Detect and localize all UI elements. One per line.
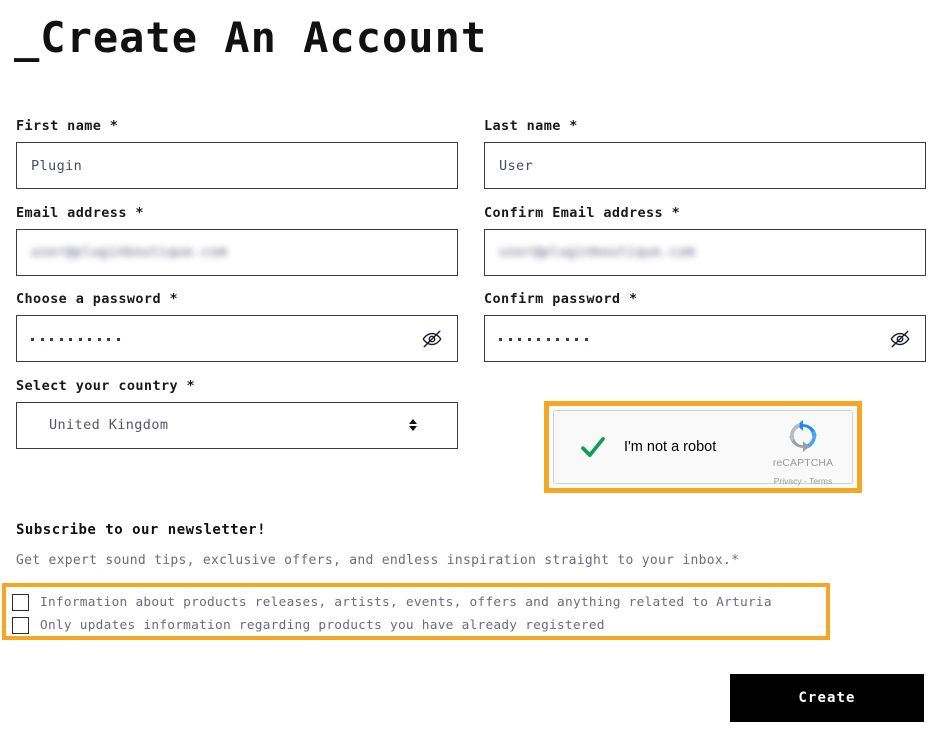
password-label: Choose a password *	[16, 291, 179, 307]
confirm-password-input[interactable]	[484, 315, 926, 362]
password-input[interactable]	[16, 315, 458, 362]
checkbox-all-info[interactable]	[12, 594, 29, 611]
form-row-passwords: Choose a password * Confirm password *	[0, 291, 942, 362]
form-row-names: First name * Plugin Last name * User	[0, 118, 942, 189]
recaptcha-privacy-terms[interactable]: Privacy - Terms	[774, 476, 832, 486]
checkbox-registered-only[interactable]	[12, 617, 29, 634]
recaptcha-widget[interactable]: I'm not a robot reCAPTCHA Privacy - Term…	[553, 410, 853, 486]
newsletter-title: Subscribe to our newsletter!	[16, 522, 267, 538]
newsletter-option-row[interactable]: Information about products releases, art…	[12, 591, 820, 614]
email-value: user@pluginboutique.com	[31, 244, 228, 260]
confirm-password-label: Confirm password *	[484, 291, 638, 307]
last-name-value: User	[499, 157, 534, 174]
country-select[interactable]: United Kingdom	[16, 401, 458, 449]
confirm-email-input[interactable]: user@pluginboutique.com	[484, 228, 926, 276]
create-account-page: _Create An Account First name * Plugin L…	[0, 0, 942, 738]
field-confirm-email: Confirm Email address * user@pluginbouti…	[484, 205, 926, 276]
password-masked-value	[31, 316, 120, 361]
email-label: Email address *	[16, 204, 144, 221]
green-checkmark-icon[interactable]	[576, 430, 610, 464]
up-down-chevron-icon[interactable]	[409, 419, 417, 431]
eye-slash-icon[interactable]	[887, 326, 913, 352]
newsletter-section: Subscribe to our newsletter! Get expert …	[16, 520, 916, 570]
first-name-label: First name *	[16, 118, 119, 134]
country-value: United Kingdom	[49, 417, 169, 433]
last-name-label: Last name *	[484, 118, 578, 134]
checkbox-registered-only-label: Only updates information regarding produ…	[40, 617, 605, 633]
recaptcha-label: I'm not a robot	[624, 439, 717, 455]
field-last-name: Last name * User	[484, 118, 926, 189]
field-email: Email address * user@pluginboutique.com	[16, 205, 458, 276]
checkbox-all-info-label: Information about products releases, art…	[40, 594, 772, 610]
form-row-emails: Email address * user@pluginboutique.com …	[0, 205, 942, 276]
newsletter-optin-highlight: Information about products releases, art…	[2, 583, 830, 640]
newsletter-option-row[interactable]: Only updates information regarding produ…	[12, 614, 820, 637]
confirm-password-masked-value	[499, 316, 588, 361]
confirm-email-label: Confirm Email address *	[484, 204, 681, 221]
first-name-input[interactable]: Plugin	[16, 142, 458, 189]
recaptcha-highlight: I'm not a robot reCAPTCHA Privacy - Term…	[544, 401, 862, 493]
create-button[interactable]: Create	[730, 674, 924, 722]
recaptcha-brand-name: reCAPTCHA	[772, 457, 834, 469]
page-title: _Create An Account	[14, 13, 488, 62]
country-label: Select your country *	[16, 377, 196, 394]
recaptcha-logo-icon	[764, 419, 842, 453]
email-input[interactable]: user@pluginboutique.com	[16, 228, 458, 276]
field-country: Select your country * United Kingdom	[16, 378, 458, 449]
field-password: Choose a password *	[16, 291, 458, 362]
recaptcha-branding: reCAPTCHA Privacy - Terms	[764, 419, 842, 489]
field-first-name: First name * Plugin	[16, 118, 458, 189]
first-name-value: Plugin	[31, 157, 83, 174]
newsletter-subtitle: Get expert sound tips, exclusive offers,…	[16, 553, 740, 568]
eye-slash-icon[interactable]	[419, 326, 445, 352]
last-name-input[interactable]: User	[484, 142, 926, 189]
field-confirm-password: Confirm password *	[484, 291, 926, 362]
confirm-email-value: user@pluginboutique.com	[499, 244, 696, 260]
